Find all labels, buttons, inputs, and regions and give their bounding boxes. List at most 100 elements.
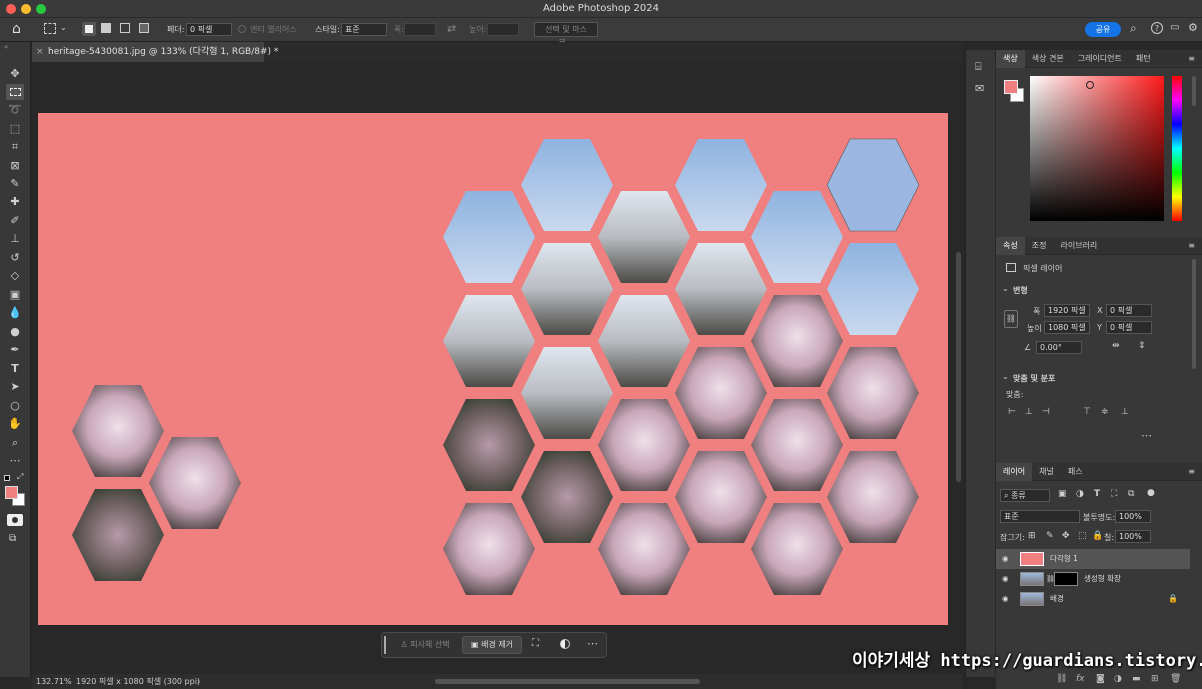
y-input[interactable]: 0 픽셀 bbox=[1106, 321, 1152, 334]
lasso-tool-icon[interactable]: ➰ bbox=[6, 102, 24, 118]
screen-mode-icon[interactable]: ⧉ bbox=[9, 533, 16, 544]
share-button[interactable]: 공유 bbox=[1085, 22, 1121, 37]
layer-filter-select[interactable]: ⌕ 종류 bbox=[1000, 489, 1050, 502]
link-dimensions-icon[interactable]: ⛓ bbox=[1004, 310, 1018, 328]
angle-input[interactable]: 0.00° bbox=[1036, 341, 1082, 354]
tab-libraries[interactable]: 라이브러리 bbox=[1053, 237, 1104, 255]
select-subject-button[interactable]: ♙ 피사체 선택 bbox=[392, 636, 458, 654]
dodge-tool-icon[interactable]: ● bbox=[6, 324, 24, 340]
filter-smart-object-icon[interactable]: ⧉ bbox=[1128, 489, 1134, 499]
align-hcenter-icon[interactable]: ⊥ bbox=[1025, 407, 1033, 417]
filter-type-icon[interactable]: T bbox=[1094, 489, 1100, 499]
clone-stamp-tool-icon[interactable]: ⊥ bbox=[6, 231, 24, 247]
transform-icon[interactable]: ⛶ bbox=[532, 638, 539, 649]
path-selection-tool-icon[interactable]: ➤ bbox=[6, 379, 24, 395]
visibility-eye-icon[interactable]: ◉ bbox=[1002, 569, 1009, 589]
hue-slider[interactable] bbox=[1172, 76, 1182, 221]
blur-tool-icon[interactable]: 💧 bbox=[6, 305, 24, 321]
tab-color[interactable]: 색상 bbox=[996, 50, 1025, 68]
drag-handle[interactable] bbox=[384, 636, 386, 654]
filter-shape-icon[interactable]: ⛶ bbox=[1111, 489, 1117, 499]
align-bottom-icon[interactable]: ⊥ bbox=[1121, 407, 1129, 417]
eraser-tool-icon[interactable]: ◇ bbox=[6, 268, 24, 284]
canvas-area[interactable] bbox=[32, 62, 962, 674]
tab-properties[interactable]: 속성 bbox=[996, 237, 1025, 255]
tab-patterns[interactable]: 패턴 bbox=[1129, 50, 1158, 68]
align-right-icon[interactable]: ⊣ bbox=[1042, 407, 1050, 417]
settings-icon[interactable]: ⚙ bbox=[1188, 21, 1198, 34]
fg-color-chip[interactable] bbox=[1004, 80, 1018, 94]
link-layers-icon[interactable]: ⛓ bbox=[1056, 670, 1067, 689]
flip-horizontal-icon[interactable]: ⇹ bbox=[1112, 341, 1120, 351]
layer-row[interactable]: ◉ 다각형 1 bbox=[996, 549, 1190, 569]
lock-artboard-icon[interactable]: ⬚ bbox=[1078, 531, 1087, 541]
feather-input[interactable]: 0 픽셀 bbox=[186, 23, 232, 36]
new-group-icon[interactable]: ▬ bbox=[1132, 670, 1141, 689]
marquee-preset-icon[interactable] bbox=[44, 23, 56, 34]
width-input[interactable] bbox=[404, 23, 436, 36]
swap-colors-icon[interactable]: ⤢ bbox=[17, 472, 23, 482]
filter-adjustment-icon[interactable]: ◑ bbox=[1076, 489, 1084, 499]
new-selection-icon[interactable] bbox=[82, 22, 96, 36]
width-input[interactable]: 1920 픽셀 bbox=[1044, 304, 1090, 317]
flip-vertical-icon[interactable]: ⇕ bbox=[1138, 341, 1146, 351]
quick-mask-icon[interactable] bbox=[7, 514, 23, 526]
shape-tool-icon[interactable]: ○ bbox=[6, 398, 24, 414]
swap-icon[interactable]: ⇄ bbox=[447, 22, 456, 35]
intersect-selection-icon[interactable] bbox=[139, 23, 149, 33]
panel-scrollbar[interactable] bbox=[1192, 76, 1196, 106]
minimize-window-button[interactable] bbox=[21, 4, 31, 14]
toolbar-collapse-icon[interactable]: « bbox=[4, 43, 8, 51]
brush-tool-icon[interactable]: ✐ bbox=[6, 213, 24, 229]
chevron-down-icon[interactable]: ⌄ bbox=[1002, 372, 1009, 381]
layer-row[interactable]: ◉ 배경 🔒 bbox=[996, 589, 1190, 609]
workspace-icon[interactable]: ▭ bbox=[1170, 22, 1179, 33]
tab-adjustments[interactable]: 조정 bbox=[1025, 237, 1054, 255]
color-picker-cursor[interactable] bbox=[1086, 81, 1094, 89]
tab-channels[interactable]: 채널 bbox=[1032, 463, 1061, 481]
zoom-level[interactable]: 132.71% bbox=[36, 674, 72, 689]
default-colors-icon[interactable] bbox=[4, 475, 10, 481]
pen-tool-icon[interactable]: ✒ bbox=[6, 342, 24, 358]
zoom-window-button[interactable] bbox=[36, 4, 46, 14]
document-tab[interactable]: × heritage-5430081.jpg @ 133% (다각형 1, RG… bbox=[32, 42, 278, 62]
hand-tool-icon[interactable]: ✋ bbox=[6, 416, 24, 432]
move-tool-icon[interactable]: ✥ bbox=[6, 66, 24, 82]
lock-all-icon[interactable]: 🔒 bbox=[1092, 531, 1103, 541]
more-options-icon[interactable]: ⋯ bbox=[587, 637, 598, 650]
help-icon[interactable]: ? bbox=[1151, 22, 1163, 34]
tab-layers[interactable]: 레이어 bbox=[996, 463, 1033, 481]
filter-toggle-icon[interactable]: ● bbox=[1147, 488, 1155, 498]
lock-transparency-icon[interactable]: ⊞ bbox=[1028, 531, 1036, 541]
style-select[interactable]: 표준 bbox=[341, 23, 387, 36]
panel-menu-icon[interactable]: ≡ bbox=[1181, 237, 1202, 255]
height-input[interactable]: 1080 픽셀 bbox=[1044, 321, 1090, 334]
select-mask-button[interactable]: 선택 및 마스크... bbox=[534, 22, 598, 47]
lock-pixels-icon[interactable]: ✎ bbox=[1046, 531, 1054, 541]
lock-position-icon[interactable]: ✥ bbox=[1062, 531, 1070, 541]
gradient-tool-icon[interactable]: ▣ bbox=[6, 287, 24, 303]
align-top-icon[interactable]: ⊤ bbox=[1083, 407, 1091, 417]
search-icon[interactable]: ⌕ bbox=[1130, 21, 1137, 36]
layer-style-icon[interactable]: fx bbox=[1076, 670, 1085, 689]
add-selection-icon[interactable] bbox=[101, 23, 111, 33]
home-icon[interactable]: ⌂ bbox=[12, 21, 21, 37]
height-input[interactable] bbox=[487, 23, 519, 36]
history-icon[interactable]: ⌸ bbox=[975, 60, 982, 74]
x-input[interactable]: 0 픽셀 bbox=[1106, 304, 1152, 317]
panel-menu-icon[interactable]: ≡ bbox=[1181, 463, 1202, 481]
adjustment-icon[interactable] bbox=[560, 639, 570, 649]
delete-layer-icon[interactable]: 🗑 bbox=[1170, 670, 1181, 689]
healing-brush-tool-icon[interactable]: ✚ bbox=[6, 194, 24, 210]
more-tools-icon[interactable]: ⋯ bbox=[6, 453, 24, 469]
new-layer-icon[interactable]: ⊞ bbox=[1151, 670, 1159, 689]
align-left-icon[interactable]: ⊢ bbox=[1008, 407, 1016, 417]
crop-tool-icon[interactable]: ⌗ bbox=[6, 139, 24, 155]
tab-swatches[interactable]: 색상 견본 bbox=[1025, 50, 1071, 68]
blend-mode-select[interactable]: 표준 bbox=[1000, 510, 1080, 523]
visibility-eye-icon[interactable]: ◉ bbox=[1002, 549, 1009, 569]
more-options-icon[interactable]: ⋯ bbox=[1141, 429, 1152, 442]
frame-tool-icon[interactable]: ⊠ bbox=[6, 158, 24, 174]
zoom-tool-icon[interactable]: ⌕ bbox=[6, 435, 24, 451]
eyedropper-tool-icon[interactable]: ✎ bbox=[6, 176, 24, 192]
